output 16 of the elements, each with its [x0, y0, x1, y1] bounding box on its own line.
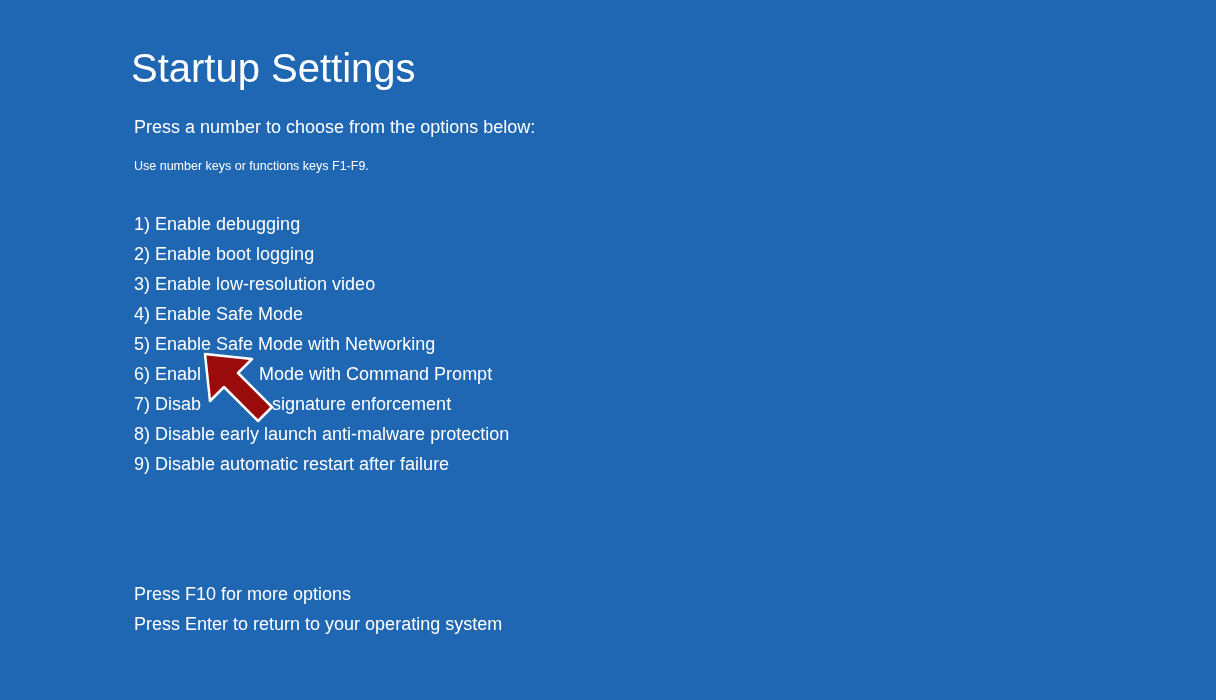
option-text[interactable]: Mode with Command Prompt: [259, 363, 493, 385]
option-text[interactable]: 5) Enable Safe Mode with Networking: [134, 333, 436, 355]
option-text[interactable]: 7) Disab: [134, 393, 202, 415]
hint-text: Use number keys or functions keys F1-F9.: [134, 158, 369, 175]
option-text[interactable]: 4) Enable Safe Mode: [134, 303, 304, 325]
option-text[interactable]: 8) Disable early launch anti-malware protection: [134, 423, 510, 445]
footer-text: Press Enter to return to your operating system: [134, 613, 503, 635]
option-text[interactable]: 6) Enabl: [134, 363, 202, 385]
option-text[interactable]: signature enforcement: [272, 393, 452, 415]
option-text[interactable]: 3) Enable low-resolution video: [134, 273, 376, 295]
instruction-text: Press a number to choose from the options below:: [134, 116, 536, 139]
footer-text: Press F10 for more options: [134, 583, 352, 605]
option-text[interactable]: 2) Enable boot logging: [134, 243, 315, 265]
option-text[interactable]: 1) Enable debugging: [134, 213, 301, 235]
option-text[interactable]: 9) Disable automatic restart after failure: [134, 453, 450, 475]
screen-title: Startup Settings: [131, 45, 416, 92]
